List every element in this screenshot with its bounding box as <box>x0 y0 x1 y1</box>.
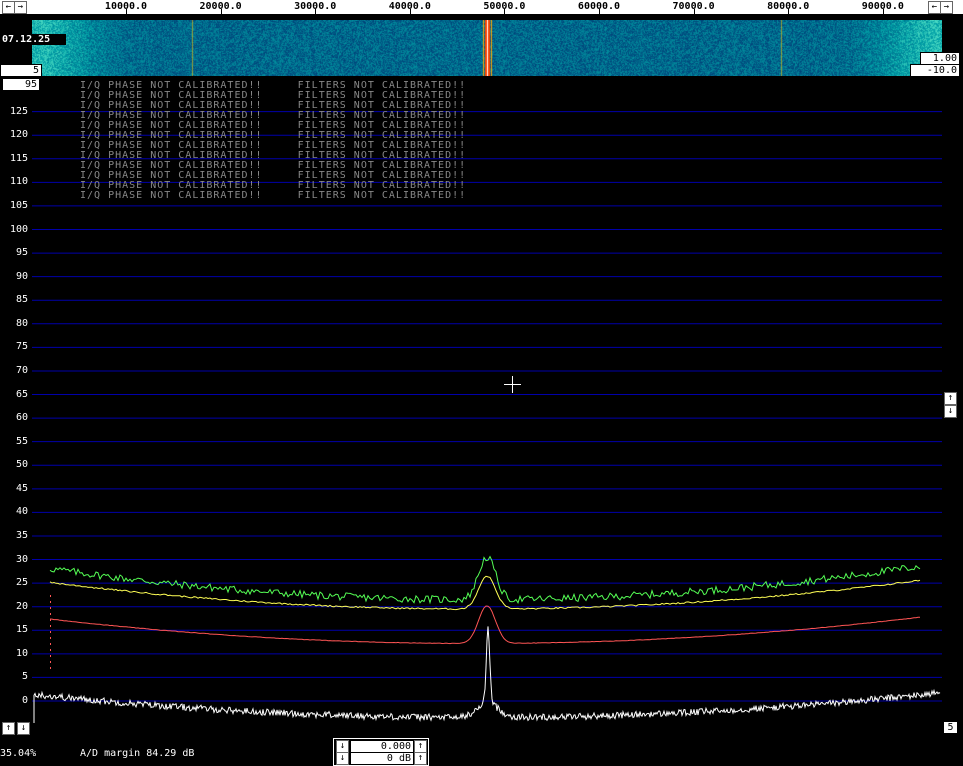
y-axis-label: 80 <box>15 317 28 329</box>
db-value[interactable]: 0 dB <box>350 752 414 765</box>
db-down-button[interactable]: ↓ <box>336 752 349 765</box>
y-axis-label: 35 <box>15 529 28 541</box>
y-axis-label: 65 <box>15 388 28 400</box>
y-axis-label: 55 <box>15 435 28 447</box>
y-axis-label: 120 <box>9 129 28 141</box>
y-axis-label: 115 <box>9 152 28 164</box>
y-axis-label: 60 <box>15 412 28 424</box>
spectrum-scale-up-button[interactable]: ↑ <box>944 392 957 405</box>
red-marker-dot <box>50 607 51 609</box>
spectrum-scale-down-button[interactable]: ↓ <box>944 405 957 418</box>
y-axis-label: 20 <box>15 600 28 612</box>
y-axis-label: 110 <box>9 176 28 188</box>
red-marker-dot <box>50 595 51 597</box>
y-axis-label: 10 <box>15 647 28 659</box>
y-axis-label: 100 <box>9 223 28 235</box>
bottom-up-button[interactable]: ↑ <box>2 722 15 735</box>
red-marker-dot <box>50 619 51 621</box>
red-marker-dot <box>50 631 51 633</box>
y-axis-label: 95 <box>15 247 28 259</box>
y-axis-label: 70 <box>15 364 28 376</box>
red-marker-dot <box>50 643 51 645</box>
red-marker-dot <box>50 649 51 651</box>
red-marker-dot <box>50 613 51 615</box>
y-axis-label: 125 <box>9 105 28 117</box>
spectrum-right-value[interactable]: 5 <box>943 721 958 734</box>
red-marker-dot <box>50 667 51 669</box>
y-axis-label: 30 <box>15 553 28 565</box>
gain-control-box: ↓ 0.000 ↑ ↓ 0 dB ↑ <box>333 738 429 766</box>
spectrum-trace-white <box>33 626 941 723</box>
ad-margin-text: A/D margin 84.29 dB <box>80 748 195 759</box>
y-axis-label: 15 <box>15 624 28 636</box>
db-up-button[interactable]: ↑ <box>414 752 427 765</box>
y-axis-label: 50 <box>15 459 28 471</box>
spectrum-trace-red <box>49 605 921 645</box>
red-marker-dot <box>50 625 51 627</box>
calibration-warning: I/Q PHASE NOT CALIBRATED!! FILTERS NOT C… <box>80 190 467 201</box>
cpu-load-percent: 35.04% <box>0 748 37 759</box>
spectrum-trace-yellow <box>49 575 921 611</box>
y-axis-label: 5 <box>21 671 28 683</box>
y-axis-label: 85 <box>15 294 28 306</box>
red-marker-dot <box>50 661 51 663</box>
y-axis-label: 0 <box>21 695 28 706</box>
y-axis-label: 105 <box>9 199 28 211</box>
red-marker-dot <box>50 601 51 603</box>
red-marker-dot <box>50 655 51 657</box>
y-axis-label: 40 <box>15 506 28 518</box>
crosshair-cursor <box>504 376 521 393</box>
red-marker-dot <box>50 637 51 639</box>
y-axis-label: 45 <box>15 482 28 494</box>
y-axis-label: 75 <box>15 341 28 353</box>
y-axis-label: 90 <box>15 270 28 282</box>
y-axis-label: 25 <box>15 577 28 589</box>
bottom-down-button[interactable]: ↓ <box>17 722 30 735</box>
